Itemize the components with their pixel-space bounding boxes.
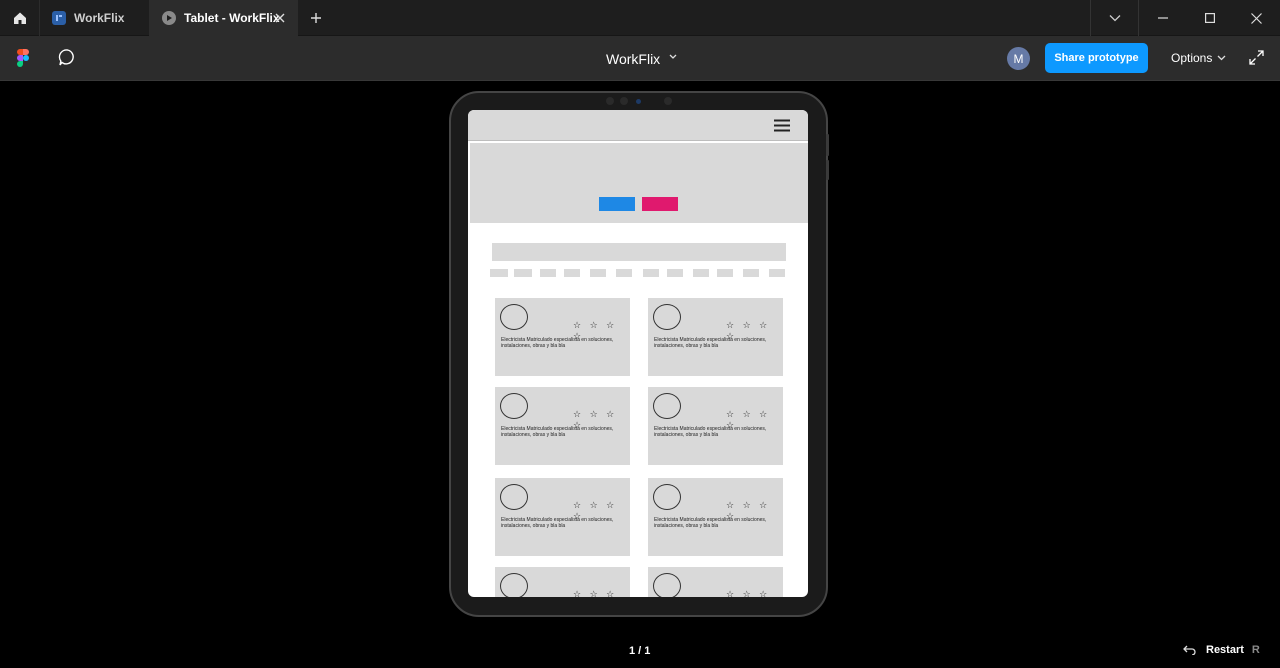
provider-avatar-placeholder xyxy=(500,573,528,597)
device-sensor xyxy=(606,97,614,105)
proto-header xyxy=(468,110,808,141)
proto-primary-button[interactable] xyxy=(599,197,635,211)
fullscreen-icon[interactable] xyxy=(1249,50,1264,65)
tab-bar: WorkFlix Tablet - WorkFlix xyxy=(0,0,1280,36)
proto-category-chip[interactable] xyxy=(490,269,508,277)
provider-avatar-placeholder xyxy=(500,484,528,510)
window-controls xyxy=(1090,0,1280,36)
chevron-down-icon[interactable] xyxy=(668,53,678,61)
rating-stars: ☆ ☆ ☆ ☆ xyxy=(726,589,771,597)
provider-avatar-placeholder xyxy=(500,304,528,330)
provider-description: Electricista Matriculado especialista en… xyxy=(501,517,614,529)
comment-icon[interactable] xyxy=(58,48,77,67)
proto-hero-banner xyxy=(470,143,808,223)
device-camera xyxy=(636,99,641,104)
device-sensor xyxy=(664,97,672,105)
proto-provider-card[interactable]: ☆ ☆ ☆ ☆ Electricista Matriculado especia… xyxy=(648,387,783,465)
proto-category-chip[interactable] xyxy=(743,269,759,277)
proto-category-chip[interactable] xyxy=(693,269,709,277)
provider-avatar-placeholder xyxy=(653,484,681,510)
proto-category-chip[interactable] xyxy=(540,269,556,277)
figma-logo-icon[interactable] xyxy=(17,49,29,67)
file-title[interactable]: WorkFlix xyxy=(606,51,660,67)
proto-provider-card[interactable]: ☆ ☆ ☆ ☆ Electricista Matriculado especia… xyxy=(495,478,630,556)
provider-description: Electricista Matriculado especialista en… xyxy=(501,337,614,349)
options-menu[interactable]: Options xyxy=(1171,51,1226,65)
proto-provider-card[interactable]: ☆ ☆ ☆ ☆ Electricista Matriculado especia… xyxy=(495,387,630,465)
chevron-down-icon xyxy=(1217,55,1226,61)
new-tab-button[interactable] xyxy=(298,0,334,36)
proto-secondary-button[interactable] xyxy=(642,197,678,211)
options-label: Options xyxy=(1171,51,1213,65)
provider-avatar-placeholder xyxy=(500,393,528,419)
provider-description: Electricista Matriculado especialista en… xyxy=(654,517,767,529)
close-tab-icon[interactable] xyxy=(273,11,287,25)
proto-provider-card[interactable]: ☆ ☆ ☆ ☆ Electricista Matriculado especia… xyxy=(648,478,783,556)
minimize-icon xyxy=(1157,17,1168,19)
device-side-button xyxy=(826,160,829,180)
provider-avatar-placeholder xyxy=(653,393,681,419)
proto-provider-card[interactable]: ☆ ☆ ☆ ☆ Electricista Matriculado especia… xyxy=(495,298,630,376)
plus-icon xyxy=(311,13,321,23)
device-sensor xyxy=(620,97,628,105)
proto-category-chip[interactable] xyxy=(590,269,606,277)
provider-description: Electricista Matriculado especialista en… xyxy=(654,426,767,438)
tab-tablet-prototype[interactable]: Tablet - WorkFlix xyxy=(150,0,298,36)
play-icon xyxy=(162,11,176,25)
file-icon xyxy=(52,11,66,25)
tabs-dropdown-button[interactable] xyxy=(1091,0,1138,36)
restart-label: Restart xyxy=(1206,644,1244,656)
proto-category-chip[interactable] xyxy=(643,269,659,277)
proto-category-chip[interactable] xyxy=(616,269,632,277)
tab-workflix-file[interactable]: WorkFlix xyxy=(40,0,150,36)
close-icon xyxy=(1251,12,1262,24)
user-avatar[interactable]: M xyxy=(1007,47,1030,70)
proto-search-bar[interactable] xyxy=(492,243,786,261)
prototype-screen[interactable]: ☆ ☆ ☆ ☆ Electricista Matriculado especia… xyxy=(468,110,808,597)
share-prototype-button[interactable]: Share prototype xyxy=(1045,43,1148,73)
proto-provider-card[interactable]: ☆ ☆ ☆ ☆ xyxy=(648,567,783,597)
home-icon xyxy=(13,12,26,24)
prototype-toolbar: WorkFlix M Share prototype Options xyxy=(0,36,1280,81)
proto-category-chip[interactable] xyxy=(717,269,733,277)
provider-description: Electricista Matriculado especialista en… xyxy=(654,337,767,349)
proto-provider-card[interactable]: ☆ ☆ ☆ ☆ xyxy=(495,567,630,597)
restart-button[interactable]: Restart R xyxy=(1183,644,1260,656)
restart-shortcut-key: R xyxy=(1251,644,1260,656)
hamburger-menu-icon[interactable] xyxy=(774,119,790,132)
proto-provider-card[interactable]: ☆ ☆ ☆ ☆ Electricista Matriculado especia… xyxy=(648,298,783,376)
provider-avatar-placeholder xyxy=(653,573,681,597)
chevron-down-icon xyxy=(1109,15,1120,22)
device-side-button xyxy=(826,134,829,156)
restart-arrow-icon xyxy=(1183,645,1196,655)
rating-stars: ☆ ☆ ☆ ☆ xyxy=(573,589,618,597)
provider-description: Electricista Matriculado especialista en… xyxy=(501,426,614,438)
proto-category-chip[interactable] xyxy=(514,269,532,277)
home-button[interactable] xyxy=(0,0,40,36)
maximize-button[interactable] xyxy=(1186,0,1233,36)
proto-category-chip[interactable] xyxy=(769,269,785,277)
page-indicator: 1 / 1 xyxy=(629,645,651,657)
tab-label: WorkFlix xyxy=(74,11,125,25)
proto-category-chip[interactable] xyxy=(564,269,580,277)
minimize-button[interactable] xyxy=(1139,0,1186,36)
tab-label: Tablet - WorkFlix xyxy=(184,11,280,25)
maximize-icon xyxy=(1204,13,1215,23)
close-window-button[interactable] xyxy=(1233,0,1280,36)
provider-avatar-placeholder xyxy=(653,304,681,330)
proto-category-chip[interactable] xyxy=(667,269,683,277)
